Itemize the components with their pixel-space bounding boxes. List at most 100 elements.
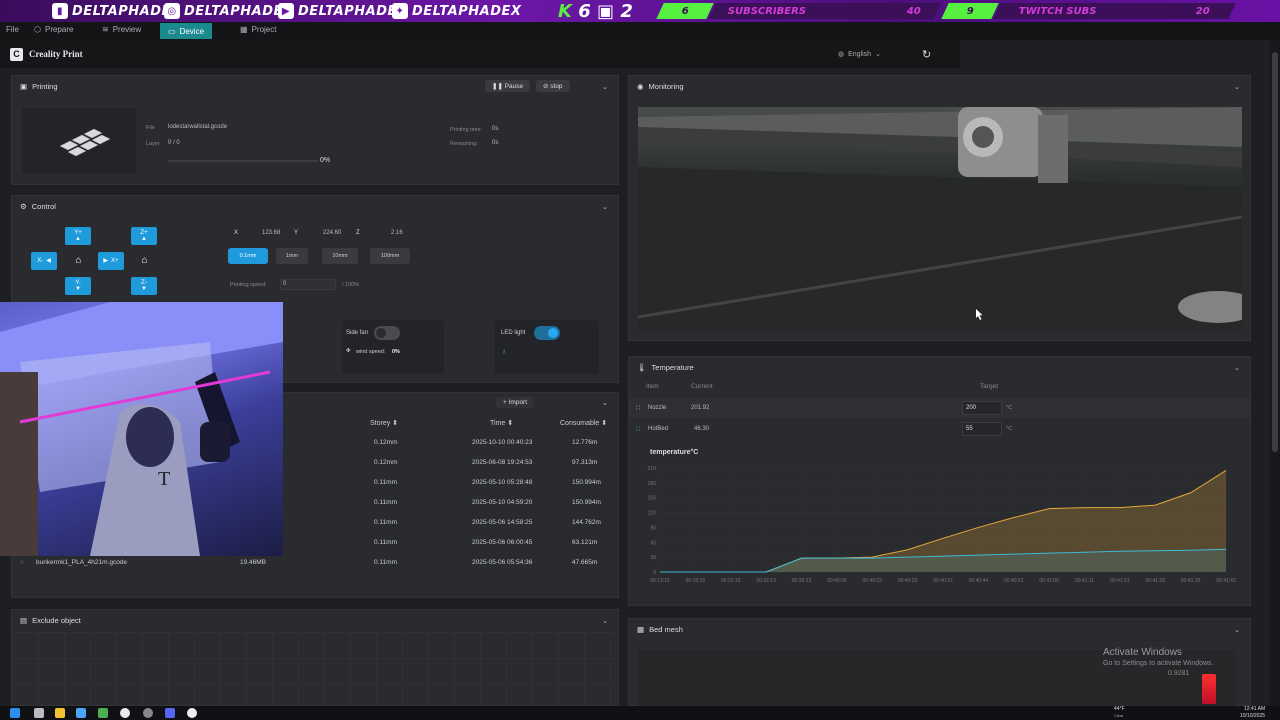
x-position-value: 123.68	[262, 230, 281, 236]
x-axis-label: X	[234, 230, 239, 236]
banner-brand: K 6 ▣ 2	[558, 1, 633, 22]
chart-y-tick-label: 210	[648, 466, 657, 472]
stop-button[interactable]: ⊘ stop	[536, 80, 570, 92]
led-light-toggle[interactable]	[534, 326, 560, 340]
creality-print-icon[interactable]	[187, 708, 197, 718]
steam-icon[interactable]	[143, 708, 153, 718]
step-1mm-button[interactable]: 1mm	[276, 248, 308, 264]
chart-x-tick-label: 00:40:44	[969, 578, 989, 584]
file-explorer-icon[interactable]	[55, 708, 65, 718]
chevron-down-icon[interactable]: ⌄	[1234, 626, 1240, 634]
camera-feed[interactable]	[638, 107, 1242, 331]
col-time-header[interactable]: Time ⬍	[490, 419, 513, 427]
hotbed-label: HotBed	[648, 426, 669, 432]
jog-y-plus-button[interactable]: Y+ ▲	[65, 227, 91, 245]
bulb-icon: ♁	[501, 347, 507, 356]
printing-speed-input[interactable]: 0	[280, 279, 336, 290]
jog-x-minus-button[interactable]: X- ◀	[31, 252, 57, 270]
file-consumable: 150.994m	[572, 499, 601, 506]
file-consumable: 12.776m	[572, 439, 598, 446]
app-icon[interactable]	[76, 708, 86, 718]
device-header: C Creality Print ◍ English ⌄ ↻	[0, 40, 960, 68]
step-0-1mm-button[interactable]: 0.1mm	[228, 248, 268, 264]
nozzle-icon: ∷	[636, 405, 641, 412]
y-axis-label: Y	[294, 230, 299, 236]
chart-x-tick-label: 00:32:13	[756, 578, 776, 584]
side-fan-toggle[interactable]	[374, 326, 400, 340]
tab-device[interactable]: ▭ Device	[160, 23, 213, 39]
minecraft-icon[interactable]	[98, 708, 108, 718]
file-row[interactable]: ◌ bunkermk1_PLA_4h21m.gcode 19.46MB 0.11mm 2…	[12, 553, 607, 573]
chart-y-tick-label: 90	[650, 525, 656, 531]
tab-preview[interactable]: ≋ Preview	[102, 25, 141, 34]
clock-date[interactable]: 10/10/2025	[1240, 713, 1265, 719]
chart-y-tick-label: 30	[650, 555, 656, 561]
subs-goal-bar: SUBSCRIBERS 40	[708, 3, 941, 19]
print-thumbnail	[22, 108, 136, 174]
chart-x-tick-label: 00:40:22	[863, 578, 883, 584]
nozzle-target-input[interactable]: 200	[962, 401, 1002, 415]
chart-x-tick-label: 00:40:20	[898, 578, 918, 584]
file-storey: 0.11mm	[374, 559, 397, 566]
chart-x-tick-label: 00:41:11	[1075, 578, 1094, 584]
streamer-webcam: T	[0, 302, 283, 556]
col-storey-header[interactable]: Storey ⬍	[370, 419, 398, 427]
refresh-icon[interactable]: ↻	[922, 48, 931, 61]
chart-x-tick-label: 00:39:13	[792, 578, 812, 584]
model-thumbnail-icon	[59, 128, 111, 157]
tab-prepare[interactable]: ⬡ Prepare	[34, 25, 73, 34]
chevron-down-icon[interactable]: ⌄	[602, 399, 608, 407]
grid-icon: ▦	[637, 625, 645, 634]
discord-icon[interactable]	[165, 708, 175, 718]
file-consumable: 63.121m	[572, 539, 598, 546]
home-z-icon[interactable]: ⌂	[137, 253, 152, 268]
file-time: 2025-05-06 06:00:45	[472, 539, 533, 546]
language-select[interactable]: ◍ English ⌄	[838, 50, 881, 59]
chevron-down-icon: ⌄	[875, 51, 881, 58]
scrollbar-thumb[interactable]	[1272, 52, 1278, 452]
chevron-down-icon[interactable]: ⌄	[602, 203, 608, 211]
printing-speed-max: / 100%	[342, 282, 360, 288]
step-100mm-button[interactable]: 100mm	[370, 248, 410, 264]
exclude-object-grid[interactable]	[12, 632, 618, 705]
nozzle-row	[629, 398, 1250, 418]
twitter-icon: ✦	[392, 3, 408, 19]
printer-bed-scene	[638, 107, 1242, 331]
banner-social-twitch: ▮ DELTAPHADE	[52, 2, 171, 20]
pause-button[interactable]: ❚❚ Pause	[485, 80, 531, 92]
chevron-down-icon[interactable]: ⌄	[1234, 364, 1240, 372]
chevron-down-icon[interactable]: ⌄	[602, 617, 608, 625]
monitor-icon: ▭	[168, 26, 176, 36]
jog-z-minus-button[interactable]: Z- ▼	[131, 277, 157, 295]
layer-value: 0 / 0	[168, 140, 180, 146]
tab-project[interactable]: ▦ Project	[240, 25, 276, 34]
file-time: 2025-10-10 00:40:23	[472, 439, 533, 446]
file-time: 2025-05-10 04:59:20	[472, 499, 533, 506]
jog-y-minus-button[interactable]: Y- ▼	[65, 277, 91, 295]
hotbed-target-input[interactable]: 55	[962, 422, 1002, 436]
jog-z-plus-button[interactable]: Z+ ▲	[131, 227, 157, 245]
search-icon[interactable]	[34, 708, 44, 718]
clock-time[interactable]: 12:41 AM	[1244, 706, 1265, 712]
file-menu[interactable]: File	[6, 25, 19, 34]
page-scrollbar[interactable]	[1270, 40, 1280, 706]
chevron-down-icon[interactable]: ⌄	[1234, 83, 1240, 91]
home-xy-icon[interactable]: ⌂	[71, 253, 86, 268]
chart-y-tick-label: 0	[653, 570, 656, 576]
step-10mm-button[interactable]: 10mm	[322, 248, 358, 264]
chevron-down-icon[interactable]: ⌄	[602, 83, 608, 91]
globe-icon: ◍	[838, 51, 845, 58]
jog-x-plus-button[interactable]: ▶ X+	[98, 252, 124, 270]
col-consumable-header[interactable]: Consumable ⬍	[560, 419, 607, 427]
bed-mesh-view[interactable]	[638, 650, 1236, 706]
file-consumable: 150.994m	[572, 479, 601, 486]
project-icon: ▦	[240, 25, 248, 34]
chrome-icon[interactable]	[120, 708, 130, 718]
weather-temp[interactable]: 44°F	[1114, 706, 1125, 712]
led-light-card: LED light ♁	[495, 320, 599, 374]
chart-y-tick-label: 180	[648, 481, 657, 487]
file-consumable: 97.313m	[572, 459, 598, 466]
exclude-object-panel: ▤ Exclude object ⌄	[11, 609, 619, 706]
windows-start-icon[interactable]	[10, 708, 20, 718]
import-button[interactable]: + Import	[496, 397, 535, 408]
